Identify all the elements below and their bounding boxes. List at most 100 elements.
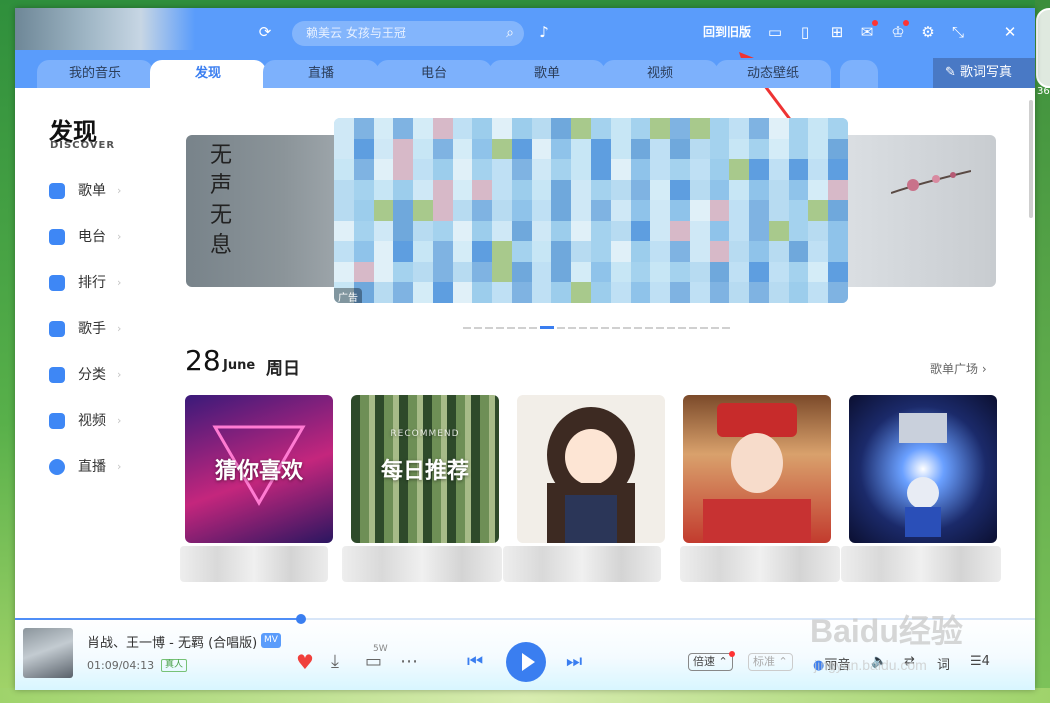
- desktop-mode-icon[interactable]: ▭: [765, 22, 785, 42]
- carousel-dot[interactable]: [601, 326, 609, 329]
- tab-video[interactable]: 视频: [602, 60, 718, 88]
- card-costume-playlist[interactable]: [683, 395, 831, 543]
- refresh-icon[interactable]: ⟳: [255, 22, 275, 42]
- card-caption-blurred[interactable]: [342, 546, 502, 582]
- mosaic-cell: [689, 241, 710, 262]
- back-to-old-version-button[interactable]: 回到旧版: [703, 23, 751, 40]
- carousel-dot[interactable]: [645, 326, 653, 329]
- carousel-dot[interactable]: [557, 326, 565, 329]
- mosaic-cell: [452, 241, 473, 262]
- mosaic-cell: [393, 138, 414, 160]
- album-cover[interactable]: [23, 628, 73, 678]
- mosaic-cell: [571, 118, 591, 139]
- quality-button[interactable]: 标准 ⌃: [748, 653, 793, 671]
- next-track-icon[interactable]: ⏭: [566, 652, 582, 672]
- voice-search-icon[interactable]: ♪: [534, 22, 554, 42]
- carousel-dot[interactable]: [678, 326, 686, 329]
- carousel-dot[interactable]: [518, 326, 526, 329]
- card-caption-blurred[interactable]: [503, 546, 661, 582]
- sidebar-item-playlist[interactable]: 歌单 ›: [49, 180, 149, 202]
- carousel-dot[interactable]: [540, 326, 554, 329]
- ad-label: 广告: [334, 288, 362, 303]
- carousel-dot[interactable]: [612, 326, 620, 329]
- sidebar-item-video[interactable]: 视频 ›: [49, 410, 149, 432]
- mosaic-cell: [432, 282, 453, 303]
- carousel-dot[interactable]: [474, 326, 482, 329]
- song-title[interactable]: 肖战、王一博 - 无羁 (合唱版): [87, 632, 257, 651]
- mv-icon[interactable]: MV: [261, 633, 281, 648]
- mosaic-cell: [749, 282, 769, 303]
- tab-discover[interactable]: 发现: [150, 60, 266, 89]
- sidebar-subtitle: DISCOVER: [50, 140, 116, 151]
- search-icon[interactable]: ⌕: [506, 21, 514, 46]
- progress-handle[interactable]: [295, 614, 306, 624]
- apps-grid-icon[interactable]: ⊞: [827, 22, 847, 42]
- carousel-dot[interactable]: [590, 326, 598, 329]
- lyric-photo-icon: ✎: [945, 65, 956, 80]
- comment-icon[interactable]: ▭: [365, 652, 382, 672]
- sidebar-item-rank[interactable]: 排行 ›: [49, 272, 149, 294]
- carousel-dot[interactable]: [579, 326, 587, 329]
- mosaic-cell: [828, 159, 848, 180]
- tab-more[interactable]: [840, 60, 878, 88]
- carousel-dot[interactable]: [656, 326, 664, 329]
- sidebar-item-category[interactable]: 分类 ›: [49, 364, 149, 386]
- search-input[interactable]: 赖美云 女孩与王冠 ⌕: [292, 21, 524, 46]
- tab-radio[interactable]: 电台: [376, 60, 492, 88]
- mosaic-cell: [709, 159, 730, 180]
- carousel-dot[interactable]: [529, 326, 537, 329]
- carousel-indicator[interactable]: [463, 317, 733, 329]
- carousel-dot[interactable]: [463, 326, 471, 329]
- sidebar-item-live[interactable]: 直播 ›: [49, 456, 149, 478]
- more-icon[interactable]: ⋯: [400, 652, 418, 672]
- carousel-dot[interactable]: [568, 326, 576, 329]
- carousel-dot[interactable]: [689, 326, 697, 329]
- lyric-photo-button[interactable]: ✎ 歌词写真: [933, 58, 1035, 88]
- desktop-icon-label: 360: [1037, 86, 1050, 97]
- carousel-dot[interactable]: [634, 326, 642, 329]
- mosaic-cell: [689, 200, 710, 221]
- minimize-icon[interactable]: ⤡: [948, 22, 968, 42]
- settings-gear-icon[interactable]: ⚙: [918, 22, 938, 42]
- carousel-dot[interactable]: [485, 326, 493, 329]
- like-heart-icon[interactable]: ♥: [296, 652, 314, 672]
- tab-playlist[interactable]: 歌单: [489, 60, 605, 88]
- carousel-dot[interactable]: [496, 326, 504, 329]
- mobile-icon[interactable]: ▯: [795, 22, 815, 42]
- tab-live-wallpaper[interactable]: 动态壁纸: [715, 60, 831, 88]
- card-caption-blurred[interactable]: [680, 546, 840, 582]
- speed-label: 倍速: [693, 655, 715, 668]
- card-daily-recommend[interactable]: RECOMMEND 每日推荐: [351, 395, 499, 543]
- card-guess-you-like[interactable]: 猜你喜欢: [185, 395, 333, 543]
- carousel-dot[interactable]: [711, 326, 719, 329]
- sidebar-item-singer[interactable]: 歌手 ›: [49, 318, 149, 340]
- card-game-playlist[interactable]: [849, 395, 997, 543]
- carousel-dot[interactable]: [507, 326, 515, 329]
- tab-my-music[interactable]: 我的音乐: [37, 60, 153, 88]
- play-button[interactable]: [506, 642, 546, 682]
- sidebar-item-radio[interactable]: 电台 ›: [49, 226, 149, 248]
- playlist-square-link[interactable]: 歌单广场 ›: [930, 360, 987, 377]
- carousel-dot[interactable]: [667, 326, 675, 329]
- close-icon[interactable]: ✕: [1000, 22, 1020, 42]
- previous-track-icon[interactable]: ⏮: [467, 652, 483, 672]
- discover-sidebar: 发现 DISCOVER 歌单 › 电台 › 排行 › 歌手 › 分类 › 视频 …: [15, 88, 165, 616]
- desktop-app-icon[interactable]: [1036, 8, 1050, 88]
- speed-button[interactable]: 倍速 ⌃: [688, 653, 733, 671]
- banner-ad-slide[interactable]: 广告: [334, 118, 848, 303]
- mosaic-cell: [709, 179, 730, 201]
- mosaic-cell: [492, 241, 512, 262]
- card-caption-blurred[interactable]: [180, 546, 328, 582]
- carousel-dot[interactable]: [722, 326, 730, 329]
- card-anime-playlist[interactable]: [517, 395, 665, 543]
- download-icon[interactable]: ⤓: [331, 652, 339, 672]
- date-day: 28: [185, 344, 221, 377]
- carousel-dot[interactable]: [623, 326, 631, 329]
- mosaic-cell: [413, 179, 433, 201]
- tab-live[interactable]: 直播: [263, 60, 379, 88]
- carousel-dot[interactable]: [700, 326, 708, 329]
- scrollbar-thumb[interactable]: [1029, 100, 1033, 218]
- card-caption-blurred[interactable]: [841, 546, 1001, 582]
- mosaic-cell: [709, 261, 730, 283]
- mosaic-cell: [334, 261, 354, 283]
